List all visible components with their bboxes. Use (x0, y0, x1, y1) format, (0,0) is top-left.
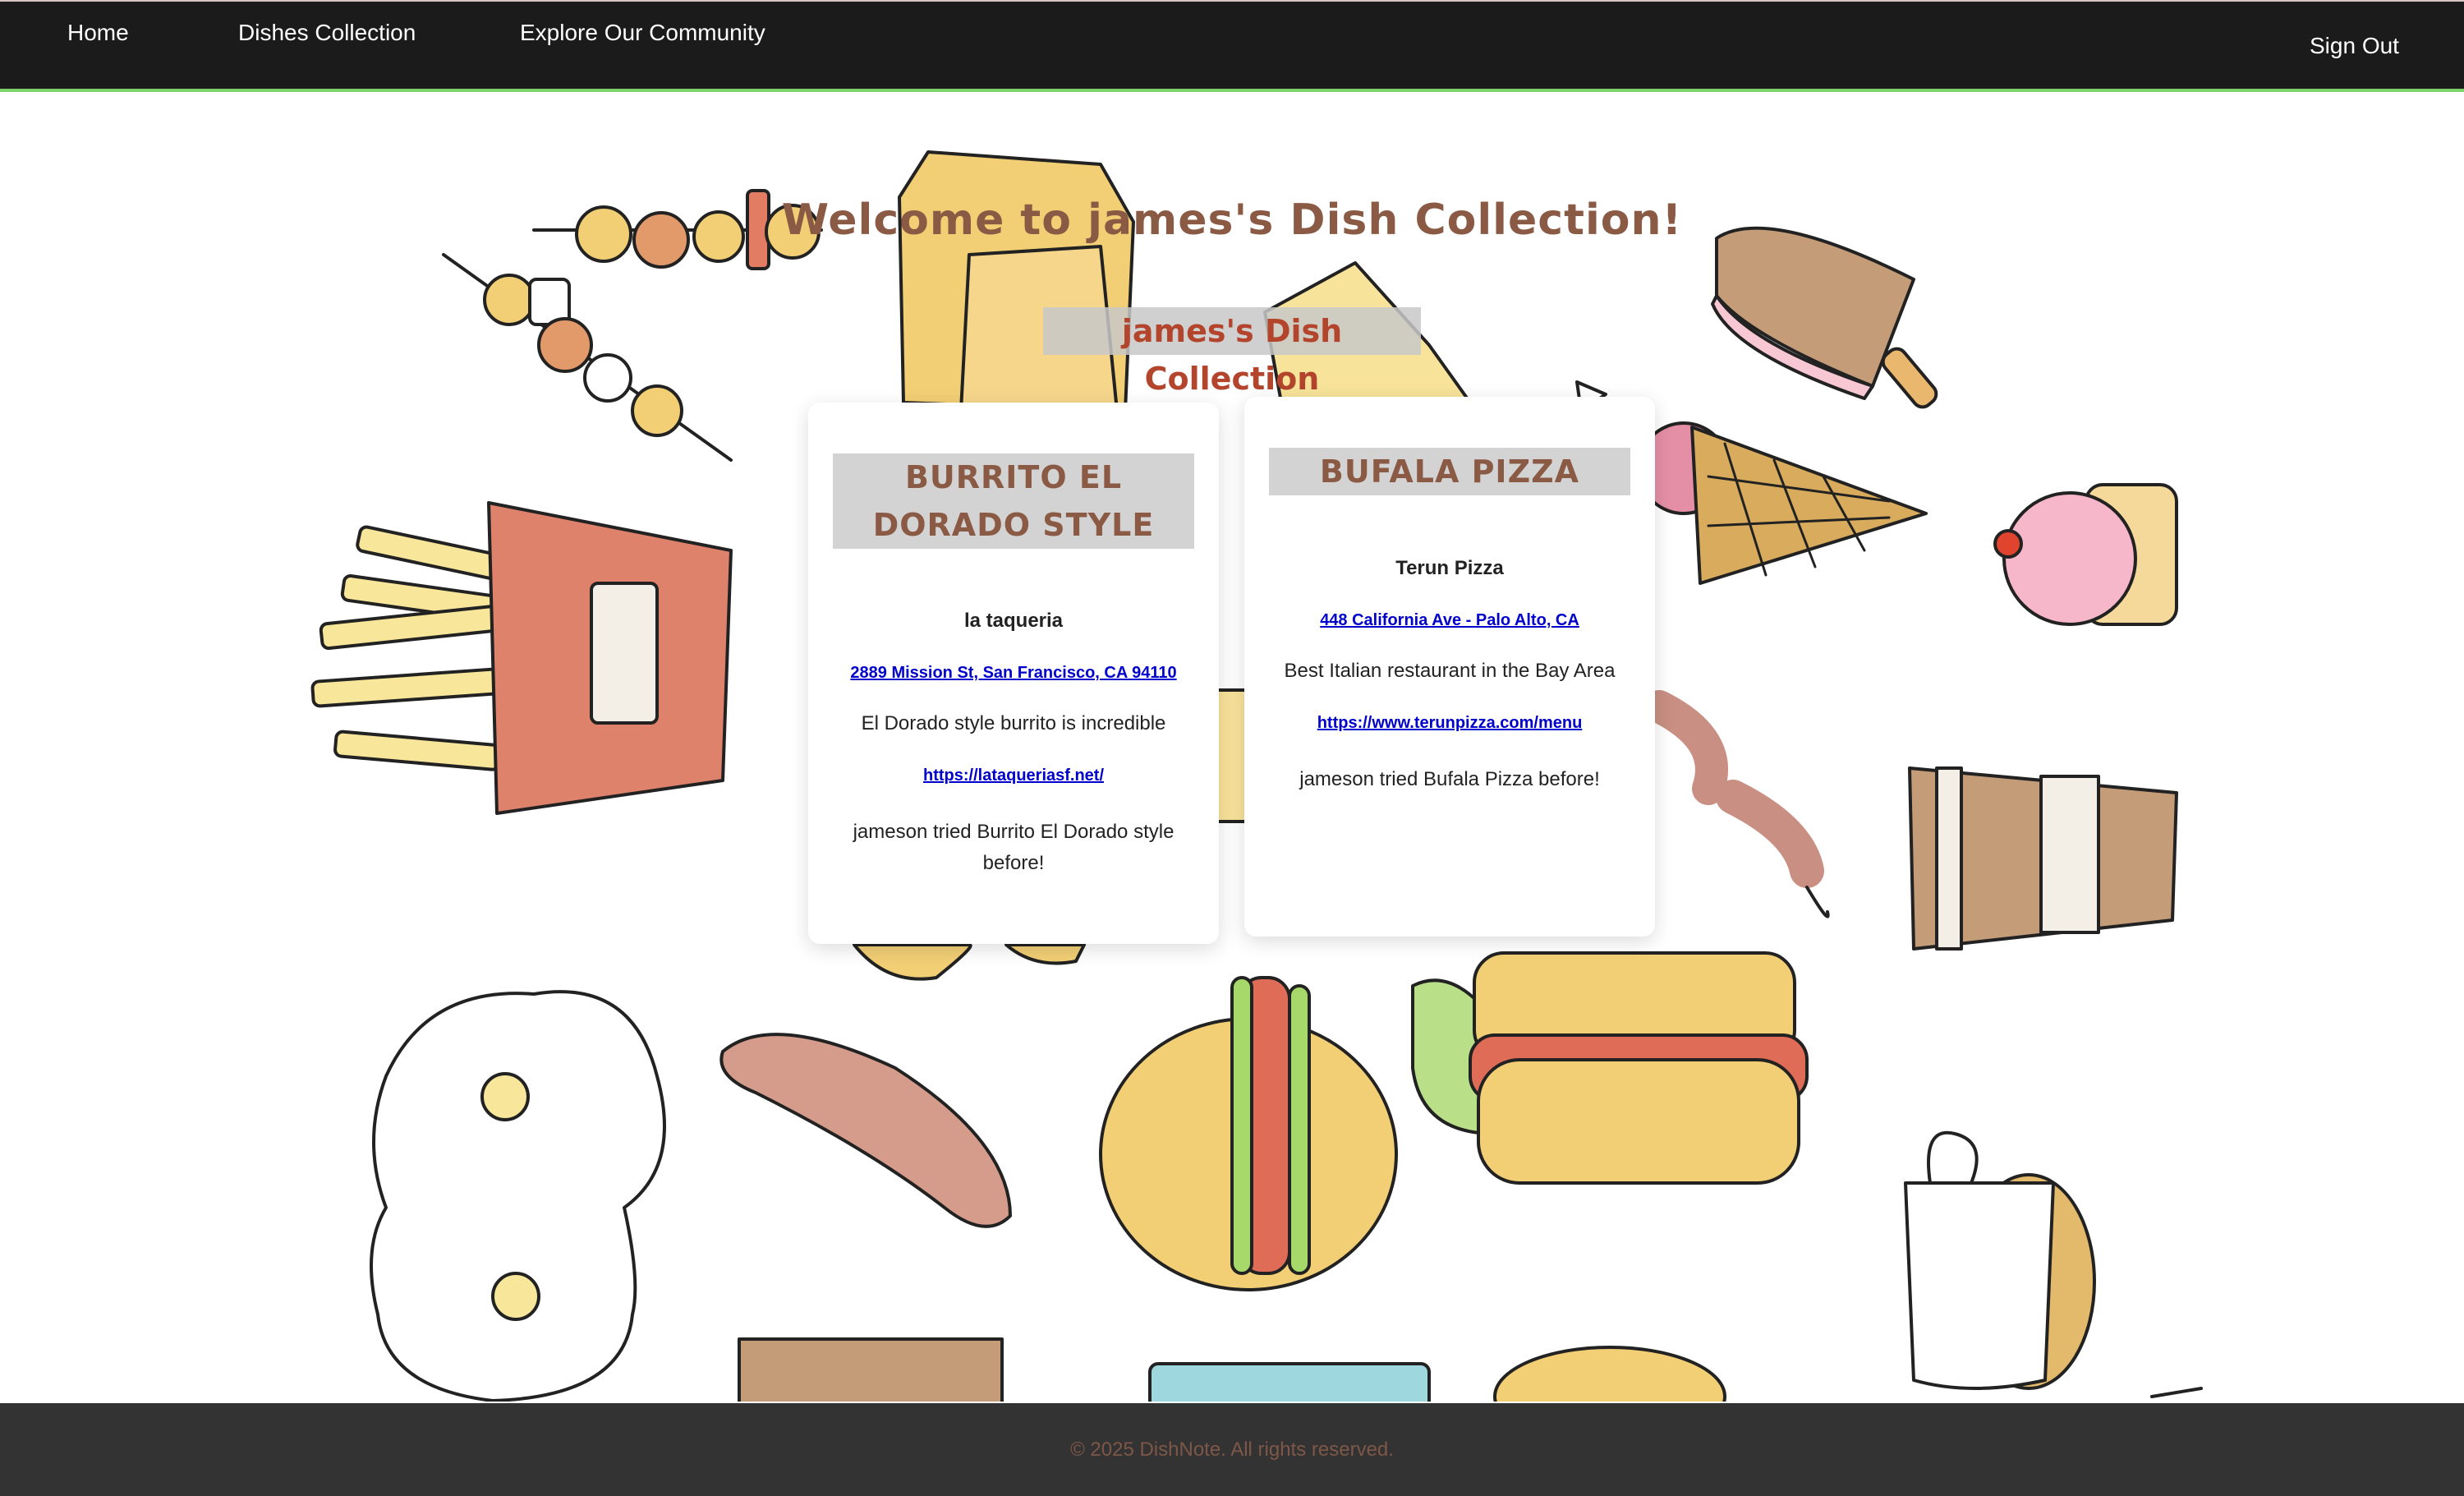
ice-cream-cone-doodle (1637, 421, 1928, 585)
sausage-skewer-doodle (1643, 690, 1830, 918)
tea-cup-doodle (1904, 1130, 2096, 1390)
restaurant-url-link[interactable]: https://www.terunpizza.com/menu (1244, 714, 1655, 733)
sign-out-link[interactable]: Sign Out (2310, 33, 2399, 59)
address-link[interactable]: 448 California Ave - Palo Alto, CA (1244, 611, 1655, 630)
food-doodle-background (310, 150, 2203, 1402)
cupcake-doodle (1993, 483, 2178, 626)
top-navbar: Home Dishes Collection Explore Our Commu… (0, 0, 2464, 92)
sausage-doodle (719, 1033, 1012, 1228)
nav-explore-community-link[interactable]: Explore Our Community (520, 20, 765, 46)
collection-title: james's Dish Collection (1043, 307, 1421, 397)
fries-doodle (310, 501, 733, 815)
tried-status: jameson tried Bufala Pizza before! (1299, 768, 1600, 790)
restaurant-name: Terun Pizza (1395, 557, 1504, 579)
skewer-doodle-2 (442, 253, 733, 462)
burger-doodle (1099, 976, 1398, 1291)
address-link[interactable]: 2889 Mission St, San Francisco, CA 94110 (808, 664, 1219, 683)
toast-doodle (898, 150, 1135, 412)
dish-title: BURRITO EL DORADO STYLE (833, 453, 1194, 549)
tried-status: jameson tried Burrito El Dorado style be… (853, 821, 1175, 874)
restaurant-url-link[interactable]: https://lataqueriasf.net/ (808, 766, 1219, 785)
dish-description: El Dorado style burrito is incredible (861, 712, 1166, 734)
copyright-text: © 2025 DishNote. All rights reserved. (1070, 1438, 1394, 1461)
ice-cream-bar-doodle (1711, 226, 1938, 409)
dish-card: BURRITO EL DORADO STYLE la taqueria 2889… (808, 403, 1219, 944)
page-footer: © 2025 DishNote. All rights reserved. (0, 1403, 2464, 1496)
dish-card: BUFALA PIZZA Terun Pizza 448 California … (1244, 397, 1655, 937)
dish-description: Best Italian restaurant in the Bay Area (1284, 660, 1616, 682)
fried-eggs-doodle (370, 990, 666, 1402)
dish-title: BUFALA PIZZA (1269, 448, 1630, 495)
sandwich-doodle (1411, 951, 1809, 1185)
coffee-cup-doodle (1908, 766, 2178, 951)
welcome-heading: Welcome to james's Dish Collection! (781, 196, 1683, 245)
nav-home-link[interactable]: Home (67, 20, 129, 46)
restaurant-name: la taqueria (963, 610, 1064, 632)
nav-dishes-collection-link[interactable]: Dishes Collection (238, 20, 416, 46)
